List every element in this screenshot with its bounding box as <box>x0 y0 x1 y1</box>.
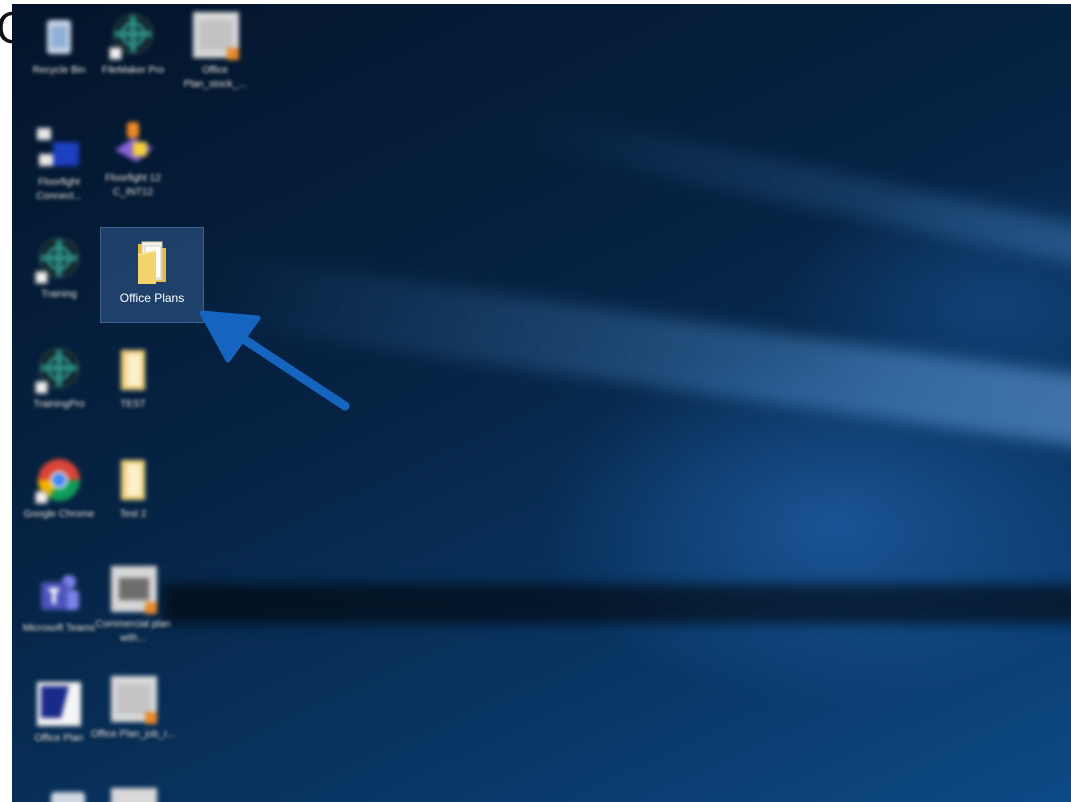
desktop-icon-filemaker-pro[interactable]: FileMaker Pro <box>90 12 176 78</box>
desktop-icon-commercial-plan[interactable]: Commercial plan with... <box>90 566 176 646</box>
desktop-icon-test-2-folder[interactable]: Test 2 <box>90 456 176 522</box>
recycle-bin-icon <box>35 12 83 60</box>
filemaker-icon <box>35 346 83 394</box>
image-badge-icon <box>145 602 157 614</box>
chrome-icon <box>35 456 83 504</box>
desktop-icon-label: Training <box>41 289 77 300</box>
teams-icon <box>35 570 83 618</box>
desktop-icon-label: Test 2 <box>119 509 147 520</box>
desktop-icon-office-plan-stock[interactable]: Office Plan_stock_... <box>172 12 258 92</box>
image-file-icon <box>109 566 157 614</box>
folder-icon <box>109 346 157 394</box>
desktop-icon-label: TEST <box>120 399 146 410</box>
image-badge-icon <box>145 712 157 724</box>
network-app-icon <box>35 124 83 172</box>
image-file-icon <box>109 676 157 724</box>
filemaker-icon <box>109 12 157 60</box>
desktop-icon-office-plan-job[interactable]: Office Plan_job_r... <box>90 676 176 742</box>
shortcut-arrow-icon <box>35 491 48 504</box>
app-icon <box>45 788 93 802</box>
desktop-icon-label: Office Plan_job_r... <box>90 729 176 740</box>
desktop-icon-label: Floorfight 12 C_INT12 <box>105 173 161 198</box>
shortcut-arrow-icon <box>35 381 48 394</box>
desktop-icon-label: Commercial plan with... <box>95 619 171 644</box>
installer-icon <box>109 120 157 168</box>
desktop-icon-partial[interactable] <box>90 788 176 802</box>
image-file-icon <box>191 12 239 60</box>
desktop-icon-label: FileMaker Pro <box>101 65 165 76</box>
desktop-icon-test-folder[interactable]: TEST <box>90 346 176 412</box>
desktop-icon-floorfight-12[interactable]: Floorfight 12 C_INT12 <box>90 120 176 200</box>
image-badge-icon <box>227 48 239 60</box>
plan-app-icon <box>35 680 83 728</box>
desktop-icon-office-plans[interactable]: Office Plans <box>100 227 204 323</box>
folder-icon <box>109 456 157 504</box>
wallpaper-shadow-band <box>162 584 1071 624</box>
desktop-icon-training[interactable]: Training <box>16 236 102 302</box>
pointer-arrow-icon <box>199 310 350 411</box>
filemaker-icon <box>35 236 83 284</box>
shortcut-arrow-icon <box>109 47 122 60</box>
windows-desktop[interactable]: Recycle Bin FileMaker Pro Office Plan_st… <box>12 4 1071 802</box>
image-file-icon <box>109 788 157 802</box>
desktop-icon-label: Office Plan_stock_... <box>183 65 247 90</box>
folder-icon <box>130 238 174 286</box>
shortcut-arrow-icon <box>35 271 48 284</box>
wallpaper-light-beam <box>507 104 1071 290</box>
office-plans-label: Office Plans <box>119 291 185 305</box>
